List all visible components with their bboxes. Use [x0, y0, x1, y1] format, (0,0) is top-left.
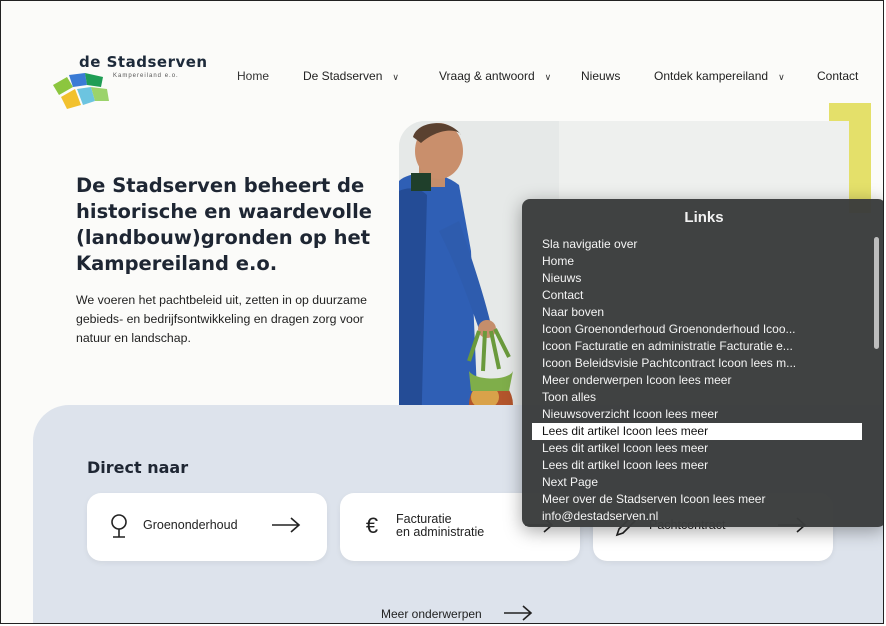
euro-icon: €: [365, 513, 379, 538]
logo-subtitle: Kampereiland e.o.: [113, 73, 179, 79]
rotor-link-item[interactable]: Nieuws: [532, 270, 862, 287]
rotor-link-item[interactable]: Next Page: [532, 474, 862, 491]
nav-item-vraag-antwoord[interactable]: Vraag & antwoord ∨: [439, 69, 551, 83]
rotor-link-item[interactable]: Meer over de Stadserven Icoon lees meer: [532, 491, 862, 508]
rotor-link-item[interactable]: Sla navigatie over: [532, 236, 862, 253]
site-logo[interactable]: de Stadserven Kampereiland e.o.: [51, 53, 211, 113]
direct-naar-heading: Direct naar: [87, 458, 189, 477]
rotor-link-item[interactable]: Nieuwsoverzicht Icoon lees meer: [532, 406, 862, 423]
logo-title: de Stadserven: [79, 53, 208, 71]
nav-label: Vraag & antwoord: [439, 69, 535, 83]
rotor-link-list: Sla navigatie over Home Nieuws Contact Naar …: [532, 236, 862, 525]
nav-label: Home: [237, 69, 270, 83]
rotor-link-item[interactable]: Naar boven: [532, 304, 862, 321]
nav-item-de-stadserven[interactable]: De Stadserven ∨: [303, 69, 399, 83]
browser-viewport: de Stadserven Kampereiland e.o. Home De …: [0, 0, 884, 624]
rotor-link-item[interactable]: Home: [532, 253, 862, 270]
links-rotor-dialog: Links Sla navigatie over Home Nieuws Contac…: [522, 199, 883, 527]
rotor-link-item[interactable]: Lees dit artikel Icoon lees meer: [532, 457, 862, 474]
chevron-down-icon: ∨: [392, 72, 399, 82]
nav-label: Nieuws: [581, 69, 621, 83]
rotor-link-item[interactable]: Icoon Facturatie en administratie Factur…: [532, 338, 862, 355]
nav-item-home[interactable]: Home: [237, 69, 269, 83]
nav-label: Contact: [817, 69, 859, 83]
more-topics-link[interactable]: Meer onderwerpen: [381, 607, 482, 621]
nav-item-contact[interactable]: Contact: [817, 69, 858, 83]
hero-title: De Stadserven beheert de historische en …: [76, 174, 372, 275]
card-label: Facturatie en administratie: [396, 513, 484, 539]
rotor-link-item[interactable]: Lees dit artikel Icoon lees meer: [532, 423, 862, 440]
chevron-down-icon: ∨: [544, 72, 552, 82]
card-label-line2: en administratie: [396, 525, 485, 539]
rotor-link-item[interactable]: info@destadserven.nl: [532, 508, 862, 525]
nav-item-ontdek-kampereiland[interactable]: Ontdek kampereiland ∨: [654, 69, 785, 83]
arrow-right-icon: [272, 517, 301, 533]
rotor-scrollbar[interactable]: [874, 237, 879, 349]
logo-mark-icon: [53, 73, 109, 109]
rotor-link-item[interactable]: Toon alles: [532, 389, 862, 406]
hero-text: We voeren het pachtbeleid uit, zetten in…: [76, 293, 367, 345]
rotor-link-item[interactable]: Meer onderwerpen Icoon lees meer: [532, 372, 862, 389]
arrow-right-icon[interactable]: [503, 603, 533, 623]
nav-label: De Stadserven: [303, 69, 383, 83]
chevron-down-icon: ∨: [778, 72, 785, 82]
rotor-link-item[interactable]: Icoon Beleidsvisie Pachtcontract Icoon l…: [532, 355, 862, 372]
tree-icon: [111, 514, 127, 538]
rotor-title: Links: [684, 209, 724, 226]
nav-label: Ontdek kampereiland: [654, 69, 769, 83]
card-groenonderhoud[interactable]: Groenonderhoud: [87, 493, 327, 561]
rotor-link-item[interactable]: Icoon Groenonderhoud Groenonderhoud Icoo…: [532, 321, 862, 338]
card-label: Groenonderhoud: [143, 518, 238, 532]
nav-item-nieuws[interactable]: Nieuws: [581, 69, 620, 83]
rotor-link-item[interactable]: Contact: [532, 287, 862, 304]
rotor-link-item[interactable]: Lees dit artikel Icoon lees meer: [532, 440, 862, 457]
